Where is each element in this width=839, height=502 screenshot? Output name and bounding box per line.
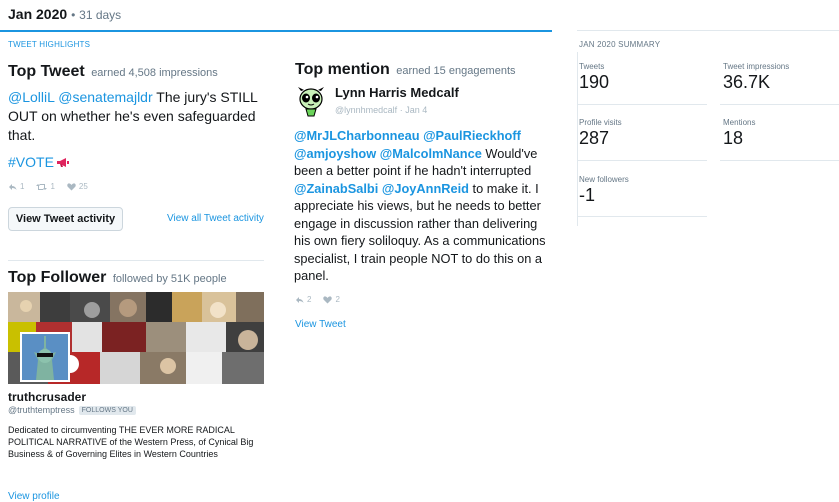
follower-avatar[interactable] [20,332,70,382]
reply-icon [296,296,304,303]
top-mention-subtitle: earned 15 engagements [396,65,516,77]
mention-like-stat[interactable]: 2 [323,295,340,304]
cartoon-avatar-image [295,85,327,117]
follower-bio: Dedicated to circumventing THE EVER MORE… [8,425,254,459]
metric-label: Tweets [579,62,605,71]
metric-profile-visits: Profile visits 287 [579,118,622,149]
metric-value: -1 [579,185,596,205]
summary-label: JAN 2020 SUMMARY [579,40,661,49]
mention-handle-row: @lynnhmedcalf · Jan 4 [335,105,427,115]
top-tweet-hashtag[interactable]: #VOTE [8,154,70,170]
statue-of-liberty-image [22,334,68,380]
highlights-rule [0,30,552,32]
top-tweet-text: @LolliL @senatemajldr The jury's STILL O… [8,88,270,145]
retweet-stat[interactable]: 1 [36,182,55,191]
separator-dot: · [399,105,403,115]
month-title: Jan 2020 [8,6,68,22]
view-all-tweet-activity-link[interactable]: View all Tweet activity [167,213,264,224]
metric-new-followers: New followers -1 [579,175,629,206]
view-profile-link[interactable]: View profile [8,491,60,502]
hashtag-text[interactable]: #VOTE [8,154,54,170]
retweet-count: 1 [50,182,55,191]
metric-label: New followers [579,175,629,184]
metric-value: 18 [723,128,744,148]
metric-rule [577,216,707,217]
mention-stats: 2 2 [295,295,340,304]
metric-value: 190 [579,72,610,92]
mention-author-handle[interactable]: @lynnhmedcalf [335,105,397,115]
view-tweet-activity-button[interactable]: View Tweet activity [8,207,123,231]
top-follower-title: Top Follower followed by 51K people [8,269,227,287]
metric-rule [720,160,839,161]
mention-reply-count: 2 [307,295,312,304]
retweet-icon [36,183,48,190]
top-tweet-heading: Top Tweet [8,63,85,80]
mention-author-name[interactable]: Lynn Harris Medcalf [335,85,459,100]
top-mention-title: Top mention earned 15 engagements [295,61,516,79]
top-tweet-title: Top Tweet earned 4,508 impressions [8,63,218,81]
megaphone-icon [56,157,69,167]
metric-label: Profile visits [579,118,622,127]
page-header: Jan 2020 • 31 days [8,6,121,22]
mention-like-count: 2 [335,295,340,304]
top-follower-heading: Top Follower [8,269,107,286]
metric-rule [720,104,839,105]
separator-dot: • [71,8,76,22]
mention-date: Jan 4 [405,105,428,115]
reply-icon [9,183,17,190]
top-tweet-stats: 1 1 25 [8,182,88,191]
metric-tweet-impressions: Tweet impressions 36.7K [723,62,789,93]
mention-reply-stat[interactable]: 2 [295,295,311,304]
metric-rule [577,160,707,161]
follows-you-badge: FOLLOWS YOU [78,405,136,415]
metric-label: Tweet impressions [723,62,790,71]
divider [8,260,264,261]
metric-rule [577,104,707,105]
days-count: 31 days [79,8,122,22]
metric-mentions: Mentions 18 [723,118,755,149]
top-follower-subtitle: followed by 51K people [112,273,227,285]
like-stat[interactable]: 25 [67,182,88,191]
summary-rule [577,30,839,31]
like-count: 25 [78,182,88,191]
top-tweet-subtitle: earned 4,508 impressions [91,67,218,79]
mention-avatar[interactable] [295,85,327,117]
follower-name[interactable]: truthcrusader [8,390,86,404]
reply-count: 1 [20,182,25,191]
view-tweet-link[interactable]: View Tweet [295,319,346,330]
follower-handle-row: @truthtemptress FOLLOWS YOU [8,405,136,415]
heart-icon [67,182,76,190]
follower-handle[interactable]: @truthtemptress [8,405,75,415]
mention-handles-2[interactable]: @ZainabSalbi @JoyAnnReid [294,181,469,196]
metric-tweets: Tweets 190 [579,62,609,93]
metric-value: 36.7K [723,72,771,92]
tweet-highlights-label: TWEET HIGHLIGHTS [8,40,91,49]
summary-divider [577,52,578,226]
top-tweet-mentions[interactable]: @LolliL @senatemajldr [8,89,153,105]
reply-stat[interactable]: 1 [8,182,24,191]
metric-label: Mentions [723,118,756,127]
mention-text: @MrJLCharbonneau @PaulRieckhoff @amjoysh… [294,127,552,285]
heart-icon [323,295,333,303]
top-mention-heading: Top mention [295,61,390,78]
metric-value: 287 [579,128,610,148]
